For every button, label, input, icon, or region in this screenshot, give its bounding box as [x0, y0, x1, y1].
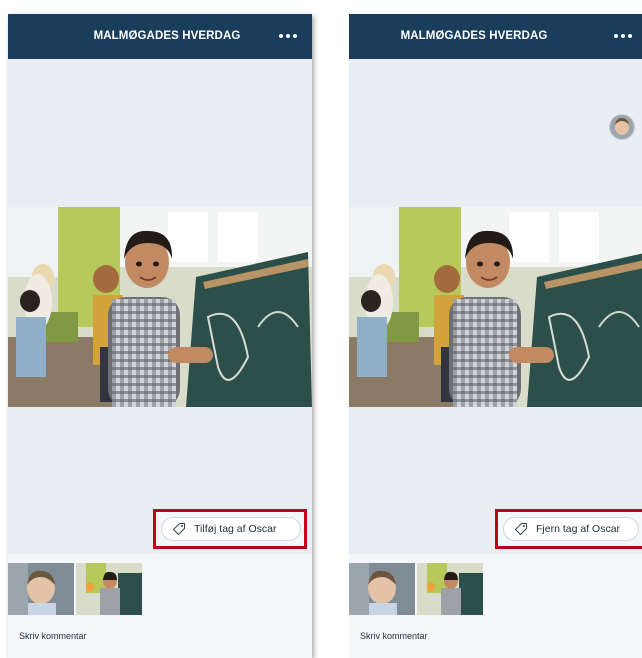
thumbnail-2[interactable]	[417, 563, 483, 615]
highlighted-tag-region: Fjern tag af Oscar	[495, 509, 642, 549]
thumbnail-1[interactable]	[349, 563, 415, 615]
header-title: MALMØGADES HVERDAG	[93, 30, 241, 42]
classroom-photo	[349, 207, 642, 407]
main-photo[interactable]	[8, 207, 312, 407]
phone-screen-before: MALMØGADES HVERDAG Tilføj tag af Oscar S…	[8, 14, 312, 658]
thumbnail-strip	[349, 563, 483, 615]
photo-viewer	[8, 59, 312, 554]
tag-icon	[514, 523, 527, 536]
classroom-thumbnail	[417, 563, 483, 615]
highlighted-tag-region: Tilføj tag af Oscar	[153, 509, 307, 549]
more-horizontal-icon[interactable]	[276, 27, 300, 45]
child-thumbnail	[349, 563, 415, 615]
child-thumbnail	[8, 563, 74, 615]
add-tag-button[interactable]: Tilføj tag af Oscar	[161, 517, 301, 541]
add-tag-label: Tilføj tag af Oscar	[194, 523, 277, 535]
header-title: MALMØGADES HVERDAG	[400, 30, 548, 42]
remove-tag-button[interactable]: Fjern tag af Oscar	[503, 517, 639, 541]
tagged-child-avatar[interactable]	[609, 114, 635, 140]
photo-viewer	[349, 59, 642, 554]
thumbnail-2[interactable]	[76, 563, 142, 615]
remove-tag-label: Fjern tag af Oscar	[536, 523, 621, 535]
classroom-thumbnail	[76, 563, 142, 615]
thumbnail-1[interactable]	[8, 563, 74, 615]
tag-icon	[172, 523, 185, 536]
thumbnail-strip	[8, 563, 142, 615]
classroom-photo	[8, 207, 312, 407]
comment-input[interactable]: Skriv kommentar	[19, 631, 87, 641]
app-header: MALMØGADES HVERDAG	[349, 14, 642, 59]
main-photo[interactable]	[349, 207, 642, 407]
comment-input[interactable]: Skriv kommentar	[360, 631, 428, 641]
phone-screen-after: MALMØGADES HVERDAG Fjern tag af Oscar Sk…	[349, 14, 642, 658]
more-horizontal-icon[interactable]	[611, 27, 635, 45]
child-avatar	[610, 115, 634, 139]
app-header: MALMØGADES HVERDAG	[8, 14, 312, 59]
